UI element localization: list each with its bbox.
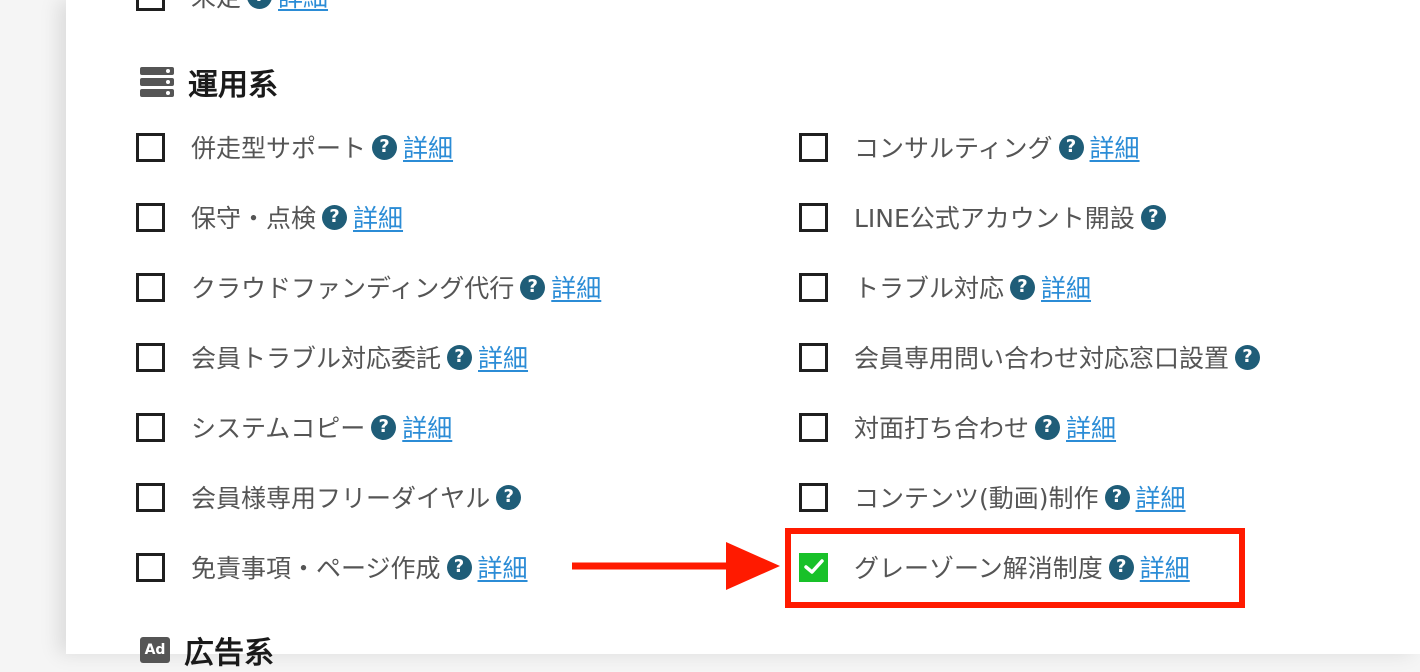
detail-link[interactable]: 詳細 — [353, 199, 403, 235]
checkbox[interactable] — [799, 202, 828, 232]
help-icon[interactable]: ? — [1058, 134, 1084, 160]
checkbox[interactable] — [136, 202, 165, 232]
option-label: 会員専用問い合わせ対応窓口設置 — [854, 344, 1230, 373]
option-label: LINE公式アカウント開設 — [854, 204, 1135, 233]
option-item[interactable]: 会員専用問い合わせ対応窓口設置? — [799, 337, 1261, 377]
ad-icon: Ad — [140, 637, 170, 663]
help-icon[interactable]: ? — [1235, 344, 1261, 370]
option-label: 会員トラブル対応委託 — [191, 344, 442, 373]
annotation-arrow-icon — [572, 542, 780, 590]
detail-link[interactable]: 詳細 — [278, 0, 328, 14]
option-item[interactable]: 免責事項・ページ作成? 詳細 — [136, 547, 528, 587]
detail-link[interactable]: 詳細 — [478, 339, 528, 375]
checkbox[interactable] — [799, 482, 828, 512]
help-icon[interactable]: ? — [1140, 204, 1166, 230]
help-icon[interactable]: ? — [372, 134, 398, 160]
checkbox[interactable] — [799, 342, 828, 372]
option-item[interactable]: 会員様専用フリーダイヤル? — [136, 477, 522, 517]
detail-link[interactable]: 詳細 — [403, 129, 453, 165]
checkbox[interactable] — [136, 482, 165, 512]
section-title-text: 広告系 — [184, 636, 274, 671]
option-label: 保守・点検 — [191, 204, 317, 233]
option-item[interactable]: 会員トラブル対応委託? 詳細 — [136, 337, 528, 377]
option-label: 併走型サポート — [191, 134, 367, 163]
help-icon[interactable]: ? — [322, 204, 348, 230]
option-top-partial[interactable]: 未定 ? 詳細 — [136, 0, 328, 16]
option-item[interactable]: コンサルティング? 詳細 — [799, 127, 1140, 167]
option-item[interactable]: トラブル対応? 詳細 — [799, 267, 1091, 307]
option-item[interactable]: LINE公式アカウント開設? — [799, 197, 1166, 237]
option-item[interactable]: コンテンツ(動画)制作? 詳細 — [799, 477, 1186, 517]
option-label: 未定 — [191, 0, 241, 14]
option-label: 免責事項・ページ作成 — [191, 554, 441, 583]
help-icon[interactable]: ? — [520, 274, 546, 300]
checkbox[interactable] — [136, 272, 165, 302]
checkbox[interactable] — [136, 342, 165, 372]
highlight-box — [785, 528, 1245, 608]
section-title-advertising: Ad 広告系 — [140, 628, 274, 672]
option-label: 会員様専用フリーダイヤル — [191, 484, 491, 513]
help-icon[interactable]: ? — [446, 554, 472, 580]
checkbox[interactable] — [136, 0, 165, 11]
detail-link[interactable]: 詳細 — [1066, 409, 1116, 445]
server-icon — [140, 67, 174, 97]
option-item[interactable]: クラウドファンディング代行? 詳細 — [136, 267, 601, 307]
section-title-operations: 運用系 — [140, 60, 278, 104]
help-icon[interactable]: ? — [371, 414, 397, 440]
option-item[interactable]: システムコピー? 詳細 — [136, 407, 452, 447]
checkbox[interactable] — [136, 552, 165, 582]
section-title-text: 運用系 — [188, 68, 278, 103]
checkbox[interactable] — [799, 132, 828, 162]
help-icon[interactable]: ? — [447, 344, 473, 370]
help-icon[interactable]: ? — [1035, 414, 1061, 440]
option-label: クラウドファンディング代行 — [191, 274, 515, 303]
checkbox[interactable] — [136, 412, 165, 442]
checkbox[interactable] — [799, 412, 828, 442]
detail-link[interactable]: 詳細 — [478, 549, 528, 585]
detail-link[interactable]: 詳細 — [402, 409, 452, 445]
detail-link[interactable]: 詳細 — [1041, 269, 1091, 305]
checkbox[interactable] — [799, 272, 828, 302]
detail-link[interactable]: 詳細 — [551, 269, 601, 305]
option-label: 対面打ち合わせ — [854, 414, 1030, 443]
option-item[interactable]: 対面打ち合わせ? 詳細 — [799, 407, 1116, 447]
checkbox[interactable] — [136, 132, 165, 162]
help-icon[interactable]: ? — [496, 484, 522, 510]
option-item[interactable]: 保守・点検? 詳細 — [136, 197, 403, 237]
option-label: システムコピー — [191, 414, 366, 443]
help-icon[interactable]: ? — [1104, 484, 1130, 510]
option-label: コンサルティング — [854, 134, 1053, 163]
detail-link[interactable]: 詳細 — [1090, 129, 1140, 165]
help-icon[interactable]: ? — [1010, 274, 1036, 300]
detail-link[interactable]: 詳細 — [1136, 479, 1186, 515]
help-icon[interactable]: ? — [247, 0, 273, 9]
option-item[interactable]: 併走型サポート? 詳細 — [136, 127, 453, 167]
option-label: コンテンツ(動画)制作 — [854, 484, 1099, 513]
option-label: トラブル対応 — [854, 274, 1005, 303]
